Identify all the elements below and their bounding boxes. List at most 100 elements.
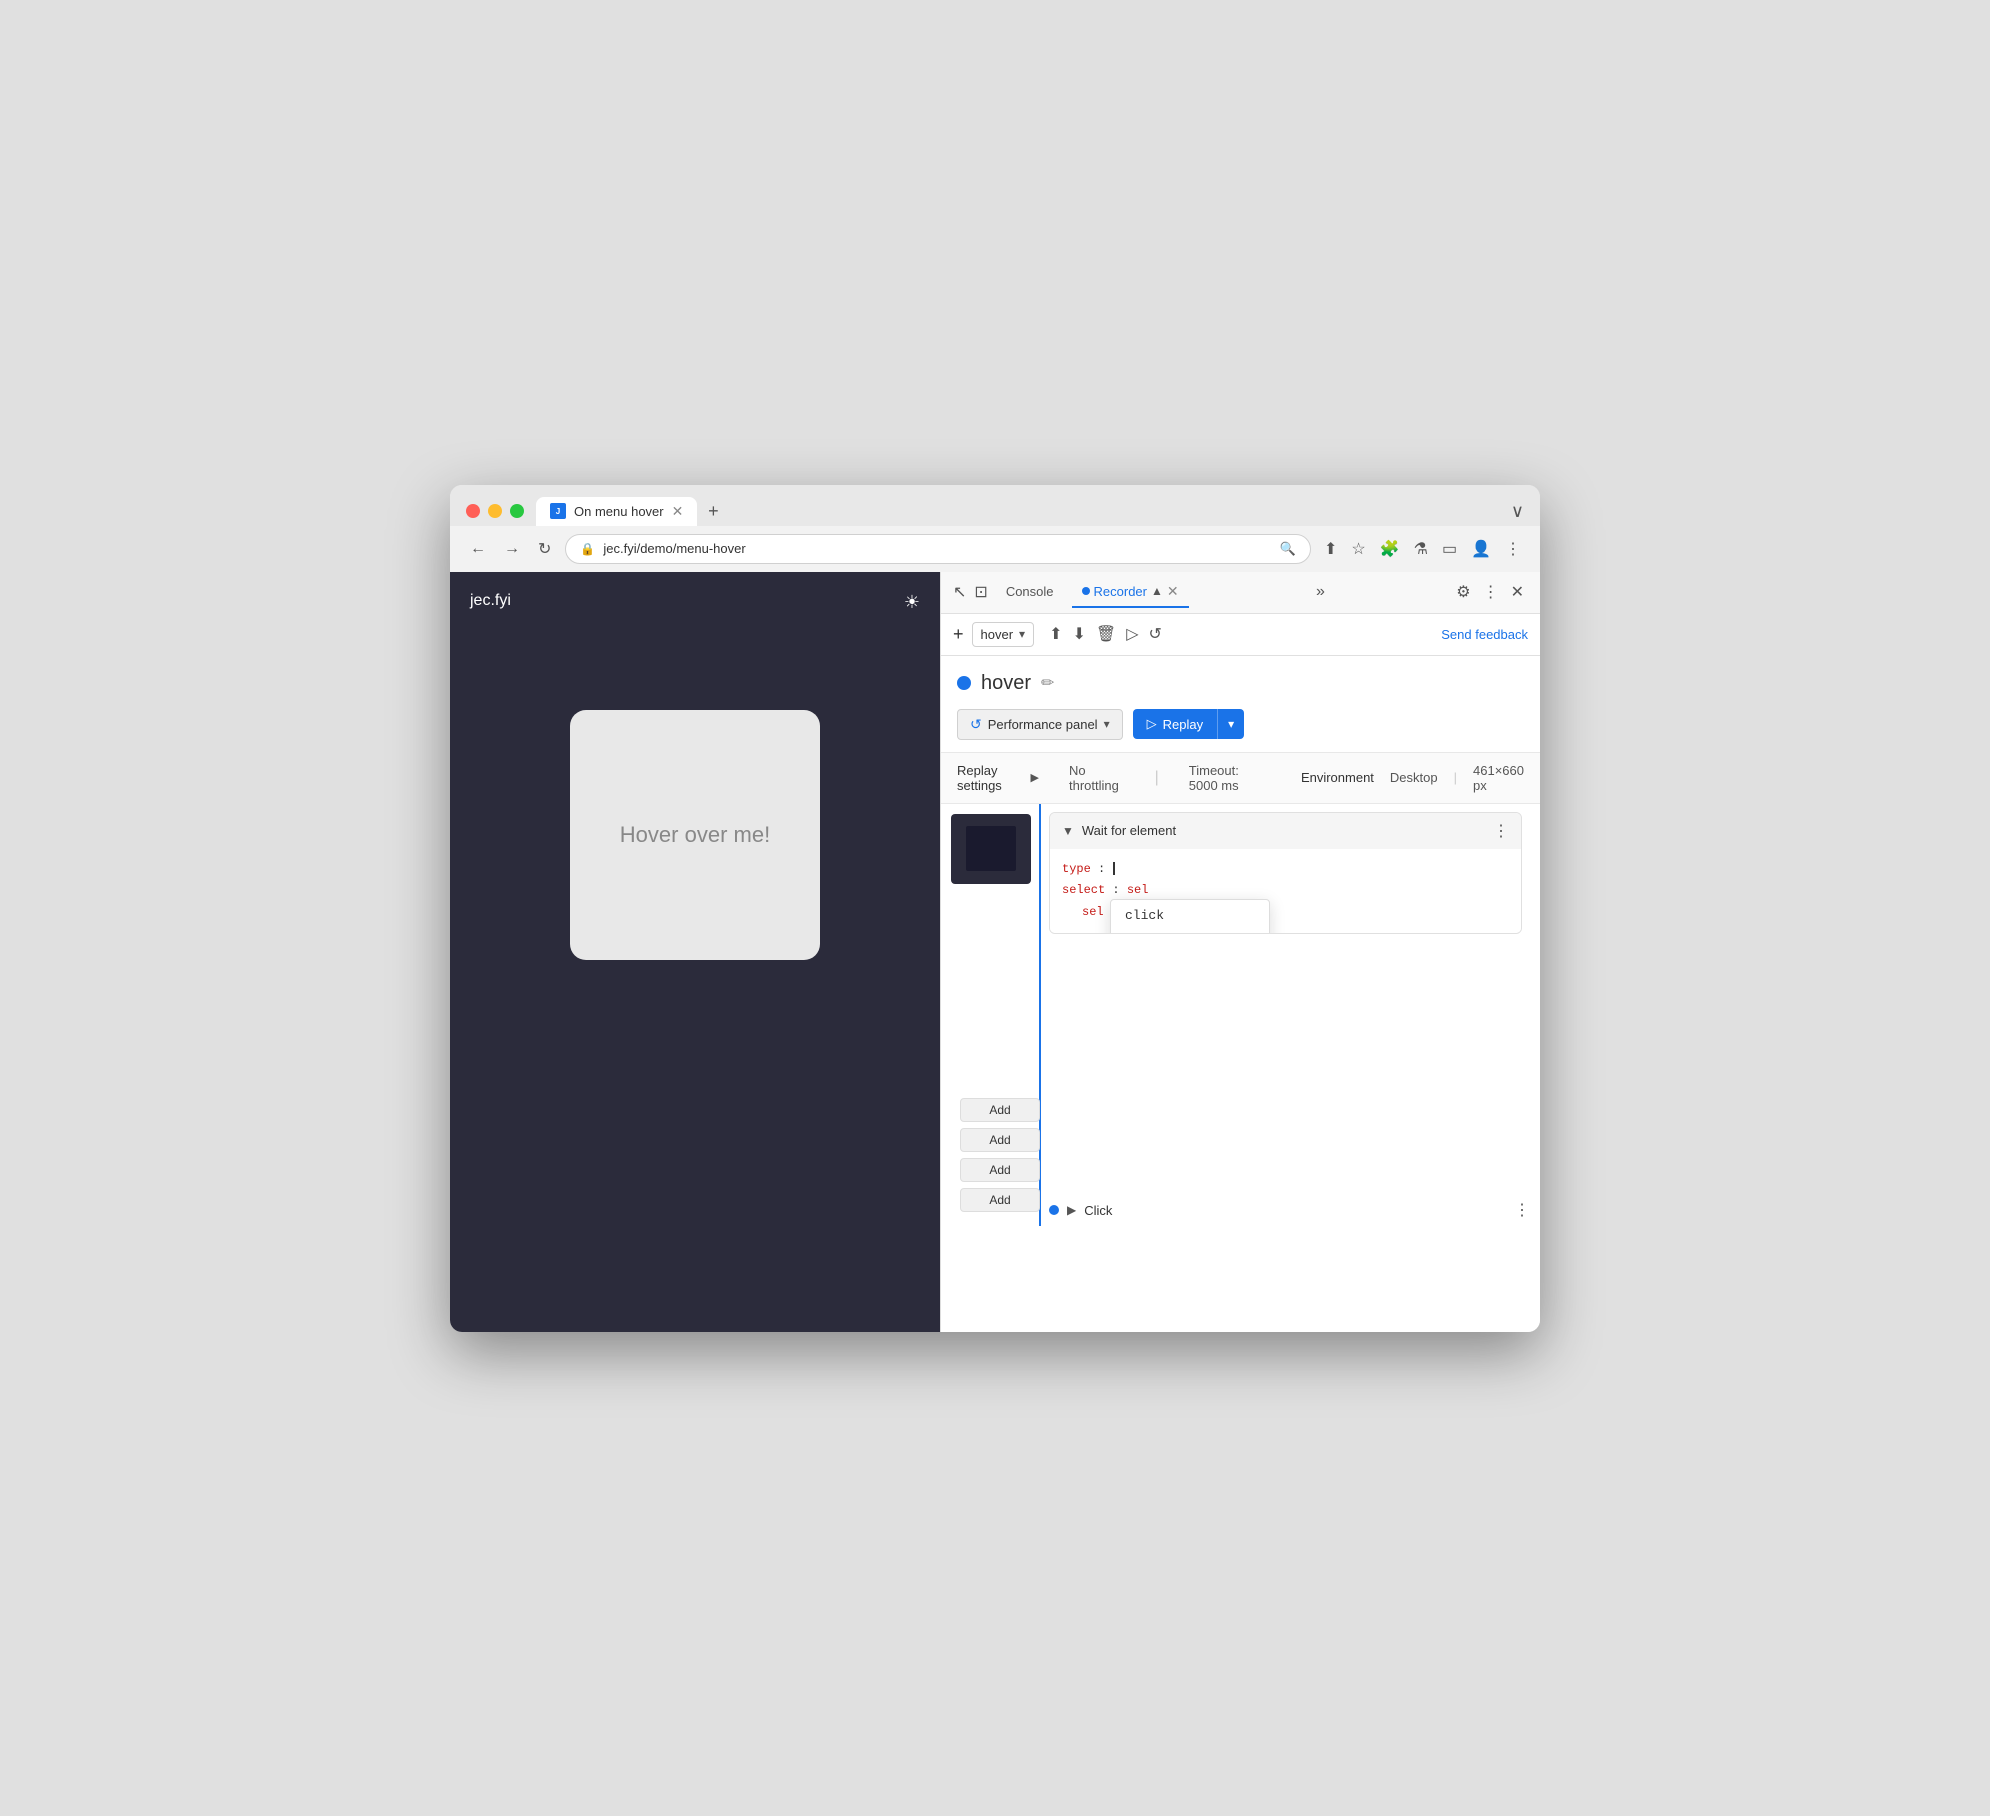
add-step-button-2[interactable]: Add: [960, 1128, 1040, 1152]
click-step-dot: [1049, 1205, 1059, 1215]
replay-settings-arrow: ▶: [1031, 771, 1039, 784]
dropdown-item-click[interactable]: click: [1111, 900, 1269, 931]
recording-controls: ↺ Performance panel ▾ ▷ Replay ▾: [957, 709, 1524, 740]
share-button[interactable]: ⬆: [1321, 536, 1340, 562]
add-step-button-3[interactable]: Add: [960, 1158, 1040, 1182]
tab-console[interactable]: Console: [996, 578, 1064, 607]
step-title: Wait for element: [1082, 823, 1176, 838]
recording-header: hover ✏ ↺ Performance panel ▾ ▷ Replay: [941, 656, 1540, 753]
devtools-menu-button[interactable]: ⋮: [1479, 578, 1503, 606]
main-content: jec.fyi ☀ Hover over me! Add Add Add Add…: [450, 572, 1540, 1332]
code-line-type: type :: [1062, 859, 1509, 881]
step-body: type : select : sel: [1050, 849, 1521, 934]
profile-button[interactable]: 👤: [1468, 536, 1494, 562]
recorder-record-icon: ▲: [1151, 584, 1163, 598]
webpage-panel: jec.fyi ☀ Hover over me! Add Add Add Add: [450, 572, 940, 1332]
performance-panel-button[interactable]: ↺ Performance panel ▾: [957, 709, 1123, 740]
performance-panel-label: Performance panel: [988, 717, 1098, 732]
replay-main-button[interactable]: ▷ Replay: [1133, 709, 1217, 739]
replay-settings-bar: Replay settings ▶ No throttling | Timeou…: [941, 753, 1540, 804]
edit-recording-name-button[interactable]: ✏: [1041, 673, 1054, 693]
add-recording-button[interactable]: +: [953, 624, 964, 645]
devtools-settings-button[interactable]: ⚙: [1452, 578, 1474, 606]
replay-settings-toggle[interactable]: Replay settings ▶: [957, 763, 1039, 793]
download-recording-button[interactable]: ⬇: [1069, 621, 1088, 647]
step-header: ▼ Wait for element ⋮: [1050, 813, 1521, 849]
recording-title-row: hover ✏: [957, 672, 1524, 695]
resolution-value: 461×660 px: [1473, 763, 1524, 793]
add-step-button-1[interactable]: Add: [960, 1098, 1040, 1122]
address-text: jec.fyi/demo/menu-hover: [603, 541, 1271, 556]
tab-title: On menu hover: [574, 504, 664, 519]
settings-separator-1: |: [1155, 769, 1159, 787]
play-step-button[interactable]: ▷: [1123, 621, 1141, 647]
maximize-traffic-light[interactable]: [510, 504, 524, 518]
performance-icon: ↺: [970, 716, 982, 733]
hover-card-text: Hover over me!: [620, 822, 770, 848]
select-key: select: [1062, 883, 1105, 897]
new-tab-button[interactable]: +: [699, 498, 727, 526]
sidebar-button[interactable]: ▭: [1439, 536, 1460, 562]
extensions-button[interactable]: 🧩: [1377, 536, 1403, 562]
type-key: type: [1062, 862, 1091, 876]
replay-play-icon: ▷: [1147, 716, 1157, 732]
more-menu-button[interactable]: ⋮: [1502, 536, 1524, 562]
click-step-label: Click: [1084, 1203, 1112, 1218]
recording-indicator: [957, 676, 971, 690]
devtools-panel: ↖ ⊡ Console Recorder ▲ ✕ » ⚙ ⋮ ✕: [940, 572, 1540, 1332]
wait-for-element-step: ▼ Wait for element ⋮ type :: [1049, 812, 1522, 935]
address-bar[interactable]: 🔒 jec.fyi/demo/menu-hover 🔍: [565, 534, 1311, 564]
tab-favicon: J: [550, 503, 566, 519]
traffic-lights: [466, 504, 524, 518]
lock-icon: 🔒: [580, 542, 595, 556]
theme-icon[interactable]: ☀: [904, 592, 920, 613]
step-menu-button[interactable]: ⋮: [1493, 821, 1509, 841]
upload-recording-button[interactable]: ⬆: [1046, 621, 1065, 647]
recorder-action-buttons: ⬆ ⬇ 🗑 ▷ ↺: [1046, 621, 1165, 647]
title-bar: J On menu hover ✕ + ∨: [450, 485, 1540, 526]
replay-label: Replay: [1163, 717, 1203, 732]
tab-recorder[interactable]: Recorder ▲ ✕: [1072, 577, 1189, 608]
active-tab[interactable]: J On menu hover ✕: [536, 497, 697, 526]
select-value: sel: [1127, 883, 1149, 897]
nav-icons: ⬆ ☆ 🧩 ⚗ ▭ 👤 ⋮: [1321, 536, 1524, 562]
delete-recording-button[interactable]: 🗑: [1093, 621, 1119, 647]
dropdown-item-doubleclick[interactable]: doubleClick: [1111, 931, 1269, 935]
click-expand-arrow[interactable]: ▶: [1067, 1203, 1076, 1217]
nav-bar: ← → ↻ 🔒 jec.fyi/demo/menu-hover 🔍 ⬆ ☆ 🧩 …: [450, 526, 1540, 572]
step-collapse-arrow[interactable]: ▼: [1062, 824, 1074, 838]
environment-value: Desktop: [1390, 770, 1438, 785]
replay-dropdown-button[interactable]: ▾: [1217, 709, 1244, 739]
replay-history-button[interactable]: ↺: [1146, 621, 1165, 647]
timeout-value: Timeout: 5000 ms: [1189, 763, 1271, 793]
back-button[interactable]: ←: [466, 536, 490, 562]
refresh-button[interactable]: ↻: [534, 535, 555, 563]
devtools-more-button[interactable]: »: [1316, 583, 1325, 601]
add-step-button-4[interactable]: Add: [960, 1188, 1040, 1212]
env-separator: |: [1454, 770, 1457, 785]
recorder-tab-close[interactable]: ✕: [1167, 583, 1179, 600]
bookmark-button[interactable]: ☆: [1348, 536, 1368, 562]
recording-selector[interactable]: hover ▾: [972, 622, 1035, 647]
experiments-button[interactable]: ⚗: [1411, 536, 1431, 562]
perf-dropdown-arrow: ▾: [1104, 717, 1110, 731]
close-traffic-light[interactable]: [466, 504, 480, 518]
forward-button[interactable]: →: [500, 536, 524, 562]
tab-close-button[interactable]: ✕: [672, 503, 684, 520]
hover-card[interactable]: Hover over me!: [570, 710, 820, 960]
inspect-element-button[interactable]: ↖: [953, 582, 966, 602]
device-mode-button[interactable]: ⊡: [974, 582, 987, 602]
recording-name-display: hover: [981, 627, 1014, 642]
replay-settings-label: Replay settings: [957, 763, 1025, 793]
send-feedback-link[interactable]: Send feedback: [1441, 627, 1528, 642]
devtools-close-button[interactable]: ✕: [1507, 578, 1528, 606]
minimize-traffic-light[interactable]: [488, 504, 502, 518]
browser-window: J On menu hover ✕ + ∨ ← → ↻ 🔒 jec.fyi/de…: [450, 485, 1540, 1332]
sel-key: sel: [1082, 905, 1104, 919]
devtools-toolbar: ↖ ⊡ Console Recorder ▲ ✕ » ⚙ ⋮ ✕: [941, 572, 1540, 614]
replay-button-group: ▷ Replay ▾: [1133, 709, 1245, 739]
window-minimize-button[interactable]: ∨: [1511, 501, 1524, 522]
tab-bar: J On menu hover ✕ +: [536, 497, 1499, 526]
step-thumbnail-preview: [951, 814, 1031, 884]
click-step-menu-button[interactable]: ⋮: [1514, 1200, 1530, 1220]
